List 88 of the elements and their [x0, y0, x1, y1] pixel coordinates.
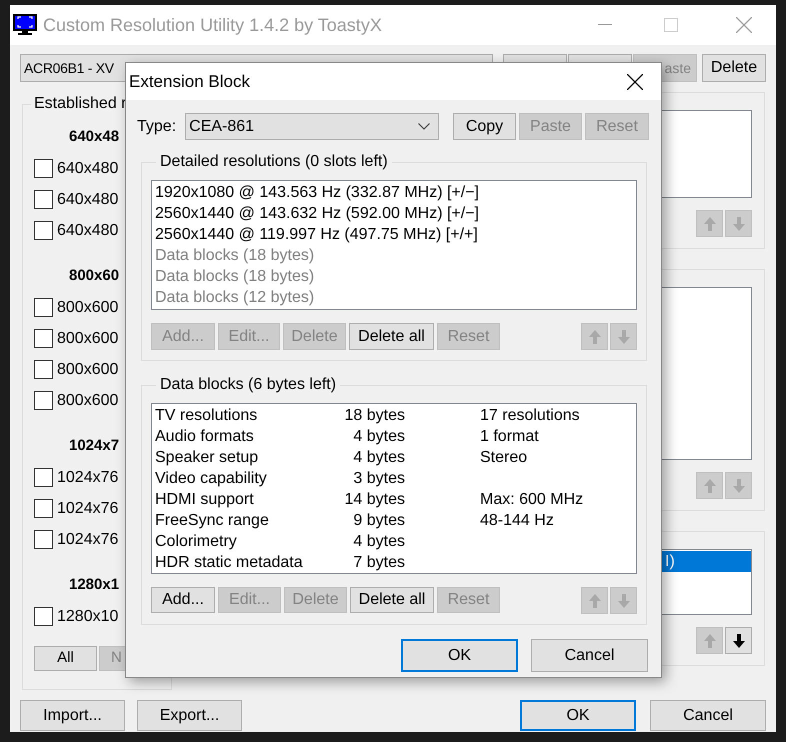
checkbox[interactable]	[34, 607, 53, 626]
checkbox-label: 800x600	[57, 298, 118, 318]
dialog-button[interactable]: OK	[520, 700, 636, 731]
up-arrow-icon	[704, 216, 716, 230]
checkbox-label: 1280x10	[57, 606, 118, 626]
block-info: 48-144 Hz	[480, 510, 554, 530]
block-info: 1 format	[480, 426, 539, 446]
block-info: Stereo	[480, 448, 528, 468]
up-arrow-icon	[588, 330, 600, 344]
type-dropdown[interactable]: CEA-861	[185, 113, 440, 140]
checkbox-label: 1024x76	[57, 530, 118, 550]
down-arrow-icon	[732, 216, 744, 230]
dialog-title: Extension Block	[129, 70, 250, 93]
down-arrow-icon	[732, 634, 744, 648]
dialog-button[interactable]: Export...	[137, 700, 242, 731]
checkbox-label: 640x480	[57, 220, 118, 240]
toolbar-button[interactable]: Delete	[702, 54, 766, 82]
down-arrow-icon	[618, 330, 630, 344]
checkbox[interactable]	[34, 391, 53, 410]
data-block-list[interactable]	[151, 403, 637, 574]
block-name: Audio formats	[155, 426, 255, 446]
list-action-button[interactable]: Delete all	[349, 323, 434, 350]
block-size: 7 bytes	[352, 552, 405, 572]
checkbox[interactable]	[34, 159, 53, 178]
group-heading: 1024x7	[69, 436, 120, 456]
block-size: 18 bytes	[344, 406, 405, 426]
list-action-button[interactable]: Add...	[151, 587, 215, 613]
down-arrow-icon	[732, 478, 744, 492]
list-item[interactable]: 2560x1440 @ 119.997 Hz (497.75 MHz) [+/+]	[155, 224, 636, 245]
checkbox[interactable]	[34, 190, 53, 209]
dialog-button[interactable]: Cancel	[650, 700, 766, 731]
dialog-button[interactable]: Import...	[20, 700, 125, 731]
block-name: Video capability	[155, 468, 268, 488]
dialog-button[interactable]: Cancel	[531, 639, 648, 672]
block-name: Speaker setup	[155, 448, 260, 468]
checkbox[interactable]	[34, 329, 53, 348]
window-title: Custom Resolution Utility 1.4.2 by ToastyX	[43, 14, 382, 37]
block-size: 4 bytes	[352, 532, 405, 552]
checkbox[interactable]	[34, 221, 53, 240]
block-name: TV resolutions	[155, 406, 258, 426]
checkbox[interactable]	[34, 468, 53, 487]
checkbox-label: 800x600	[57, 328, 118, 348]
block-name: HDR static metadata	[155, 552, 304, 572]
block-info: Max: 600 MHz	[480, 490, 584, 510]
group-title: Detailed resolutions (0 slots left)	[159, 152, 389, 172]
resolution-list[interactable]: 1920x1080 @ 143.563 Hz (332.87 MHz) [+/−] 2560x1440 @ 143.632 Hz (592.00 MHz) [+/−] 2560x1440 @ 119.997 Hz (497.75 MHz) [+/+] Data blocks (18 bytes) Data blocks (18 bytes) Data blocks (12 bytes)	[151, 180, 637, 310]
list-item[interactable]: Data blocks (18 bytes)	[155, 266, 636, 287]
block-size: 4 bytes	[352, 448, 405, 468]
checkbox-label: 800x600	[57, 390, 118, 410]
group-heading: 1280x1	[69, 575, 120, 596]
type-label: Type:	[137, 116, 176, 136]
chevron-down-icon	[418, 123, 430, 130]
up-arrow-icon	[704, 478, 716, 492]
block-name: Colorimetry	[155, 532, 238, 552]
block-name: HDMI support	[155, 490, 255, 510]
checkbox[interactable]	[34, 298, 53, 317]
group-heading: 800x60	[69, 266, 120, 286]
block-name: FreeSync range	[155, 510, 270, 530]
group-title: Data blocks (6 bytes left)	[159, 375, 338, 395]
list-item[interactable]: 2560x1440 @ 143.632 Hz (592.00 MHz) [+/−]	[155, 203, 636, 224]
checkbox[interactable]	[34, 360, 53, 379]
move-down-button[interactable]	[725, 627, 752, 654]
down-arrow-icon	[618, 594, 630, 608]
select-button[interactable]: All	[34, 646, 97, 671]
monitor-icon	[13, 14, 37, 36]
block-size: 9 bytes	[352, 510, 405, 530]
group-heading: 640x48	[69, 127, 120, 148]
up-arrow-icon	[588, 594, 600, 608]
type-action-button[interactable]: Copy	[453, 113, 516, 140]
list-item[interactable]: 1920x1080 @ 143.563 Hz (332.87 MHz) [+/−]	[155, 182, 636, 203]
up-arrow-icon	[704, 634, 716, 648]
checkbox-label: 640x480	[57, 158, 118, 178]
list-action-button[interactable]: Delete all	[350, 587, 434, 613]
checkbox-label: 800x600	[57, 360, 118, 380]
block-size: 4 bytes	[352, 426, 405, 446]
checkbox[interactable]	[34, 530, 53, 549]
block-size: 14 bytes	[344, 490, 405, 510]
checkbox-label: 1024x76	[57, 498, 118, 518]
checkbox[interactable]	[34, 499, 53, 518]
block-info: 17 resolutions	[480, 406, 580, 426]
list-item[interactable]: Data blocks (12 bytes)	[155, 287, 636, 308]
minimize-icon[interactable]	[598, 24, 612, 26]
checkbox-label: 1024x76	[57, 468, 118, 488]
block-size: 3 bytes	[352, 468, 405, 488]
checkbox-label: 640x480	[57, 190, 118, 210]
dialog-button[interactable]: OK	[401, 639, 518, 672]
close-icon[interactable]	[627, 74, 643, 90]
list-item[interactable]: Data blocks (18 bytes)	[155, 245, 636, 266]
